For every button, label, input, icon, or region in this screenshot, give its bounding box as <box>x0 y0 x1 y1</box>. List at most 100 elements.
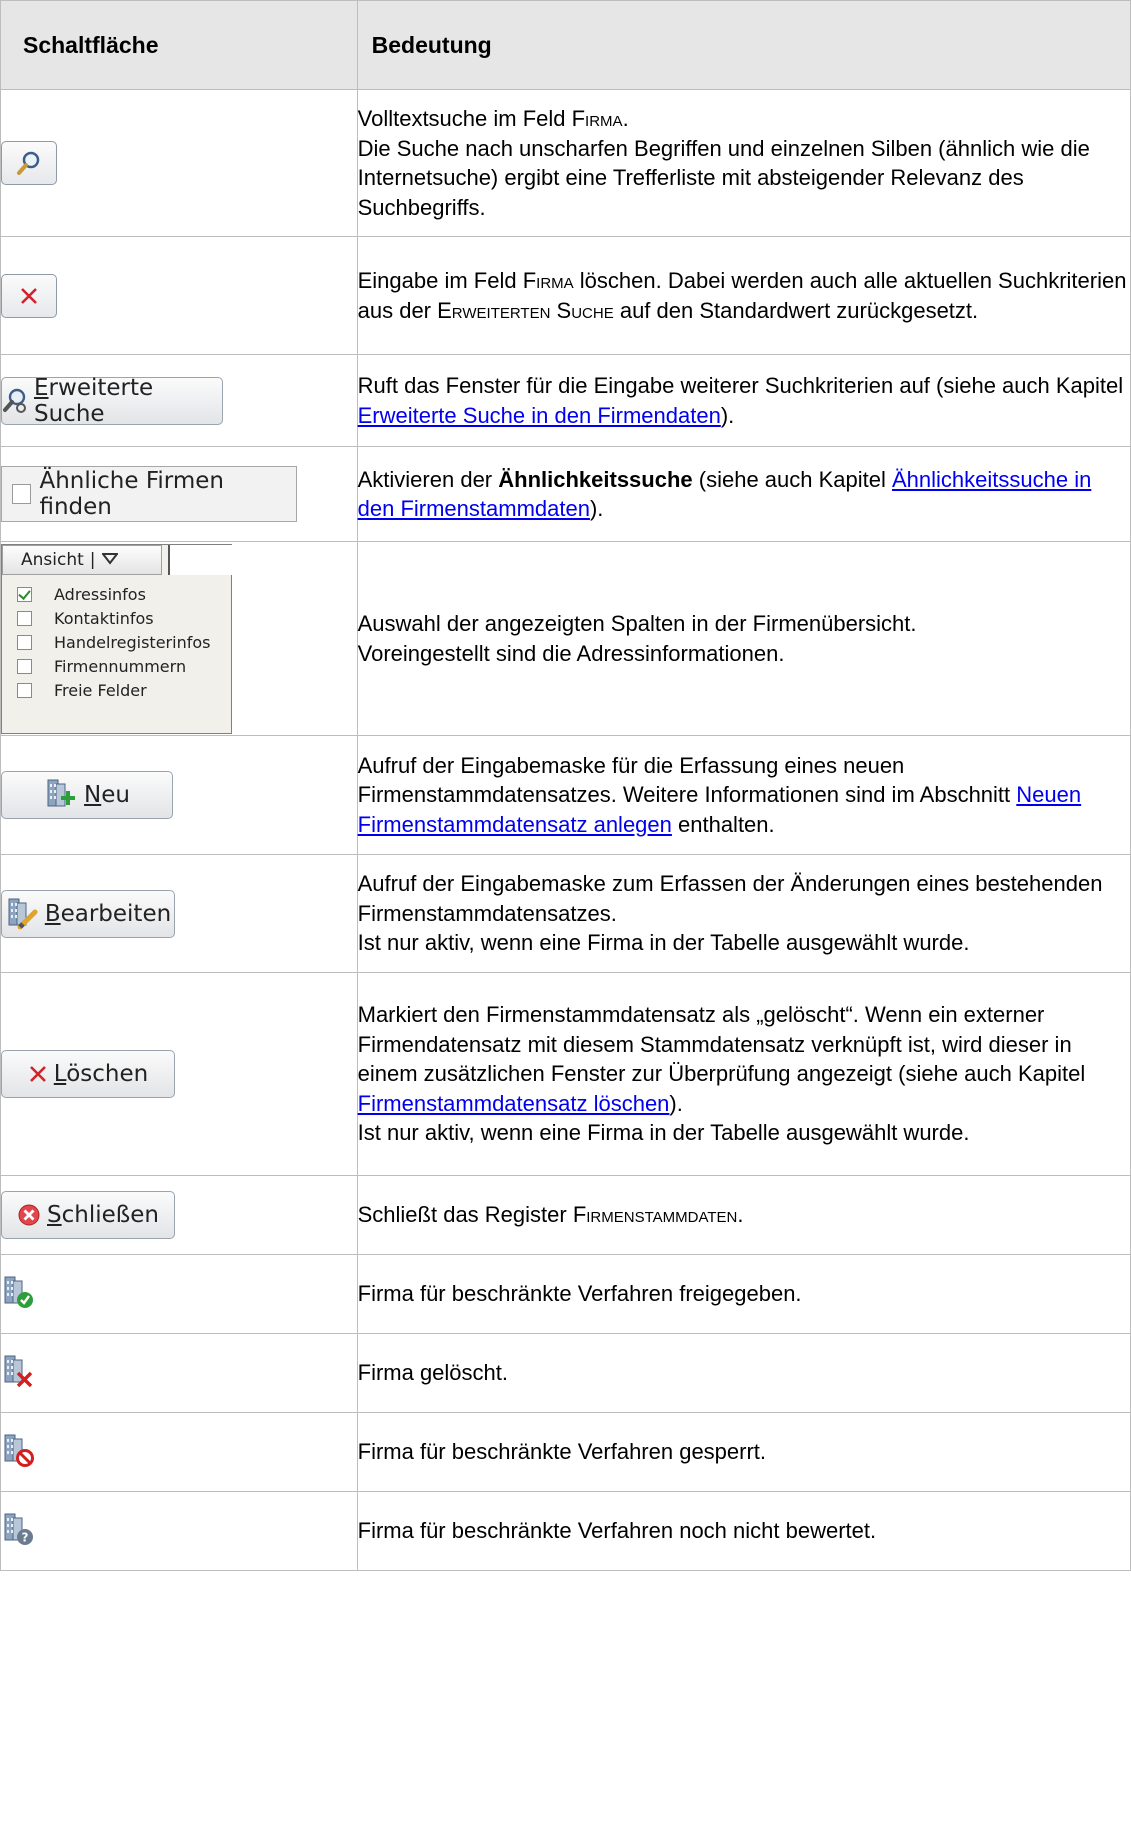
view-dropdown-separator: | <box>89 549 96 570</box>
building-add-icon <box>44 778 78 812</box>
building-approved-icon <box>1 1275 35 1314</box>
schliessen-button[interactable]: Schließen <box>1 1191 175 1239</box>
table-header-row: Schaltfläche Bedeutung <box>0 0 1131 90</box>
svg-text:?: ? <box>22 1530 29 1544</box>
field-name-smallcaps: Firma <box>522 268 574 293</box>
description-cell: Volltextsuche im Feld Firma. Die Suche na… <box>357 90 1131 237</box>
checkbox-icon[interactable] <box>12 484 32 504</box>
description-text: Ist nur aktiv, wenn eine Firma in der Ta… <box>357 930 970 956</box>
building-deleted-icon <box>1 1354 35 1393</box>
table-row: Volltextsuche im Feld Firma. Die Suche na… <box>0 90 1131 237</box>
description-text: Volltextsuche im Feld <box>357 106 572 131</box>
table-row: Ansicht | Adressinfos Kontaktinfos Handelreg… <box>0 542 1131 736</box>
header-bedeutung: Bedeutung <box>357 0 1131 90</box>
view-menu-item-kontaktinfos[interactable]: Kontaktinfos <box>17 607 210 631</box>
description-text: Firma für beschränkte Verfahren noch nic… <box>357 1518 877 1544</box>
description-cell: Markiert den Firmenstammdatensatz als „g… <box>357 973 1131 1176</box>
similar-companies-checkbox[interactable]: Ähnliche Firmen finden <box>1 466 297 522</box>
view-menu-item-firmennummern[interactable]: Firmennummern <box>17 655 210 679</box>
button-label: Bearbeiten <box>44 900 172 927</box>
checkbox-icon[interactable] <box>17 659 32 674</box>
table-row: Schließen Schließt das Register Firmensta… <box>0 1176 1131 1255</box>
building-unrated-icon: ? <box>1 1512 35 1551</box>
erweiterte-suche-button[interactable]: Erweiterte Suche <box>1 374 223 427</box>
button-cell: ? <box>0 1492 358 1571</box>
view-menu-item-adressinfos[interactable]: Adressinfos <box>17 583 210 607</box>
button-reference-table: Schaltfläche Bedeutung Volltextsuche im … <box>0 0 1131 1571</box>
button-cell: Schließen <box>0 1176 358 1255</box>
neu-button[interactable]: Neu <box>1 771 173 819</box>
advanced-search-icon <box>2 388 28 414</box>
view-dropdown-menu[interactable]: Ansicht | Adressinfos Kontaktinfos Handelreg… <box>1 543 232 734</box>
table-row: Erweiterte Suche Ruft das Fenster für die… <box>0 355 1131 447</box>
description-cell: Firma für beschränkte Verfahren freigege… <box>357 1255 1131 1334</box>
view-menu-item-label: Freie Felder <box>54 681 147 700</box>
button-label: Schließen <box>47 1202 159 1228</box>
table-row: Firma für beschränkte Verfahren gesperrt… <box>0 1413 1131 1492</box>
description-cell: Aufruf der Eingabemaske für die Erfassun… <box>357 736 1131 855</box>
button-cell: Löschen <box>0 973 358 1176</box>
checkbox-icon[interactable] <box>17 683 32 698</box>
chapter-link[interactable]: Firmenstammdatensatz löschen <box>358 1091 670 1116</box>
view-menu-item-label: Kontaktinfos <box>54 609 154 628</box>
magnifier-icon <box>16 150 42 176</box>
triangle-down-icon <box>100 550 119 570</box>
field-name-smallcaps: Firmenstammdaten <box>572 1202 738 1228</box>
description-cell: Eingabe im Feld Firma löschen. Dabei wer… <box>357 237 1131 355</box>
button-label: Löschen <box>53 1061 149 1087</box>
description-text: Die Suche nach unscharfen Begriffen und … <box>357 135 1090 220</box>
field-name-smallcaps: Firma <box>571 106 623 131</box>
view-menu-item-label: Adressinfos <box>54 585 146 604</box>
button-cell <box>0 1413 358 1492</box>
table-row: Ähnliche Firmen finden Aktivieren der Ähn… <box>0 447 1131 542</box>
fulltext-search-button[interactable] <box>1 141 57 185</box>
checkbox-checked-icon[interactable] <box>17 587 32 602</box>
button-cell <box>0 90 358 237</box>
table-row: ? Firma für beschränkte Verfahren noch ni… <box>0 1492 1131 1571</box>
description-text: Voreingestellt sind die Adressinformatio… <box>357 640 785 666</box>
description-text: Aufruf der Eingabemaske zum Erfassen der… <box>357 871 1103 926</box>
description-text: auf den Standardwert zurückgesetzt. <box>613 297 979 323</box>
description-cell: Auswahl der angezeigten Spalten in der F… <box>357 542 1131 736</box>
description-text: Eingabe im Feld <box>357 268 523 293</box>
description-text: enthalten. <box>671 811 775 837</box>
description-cell: Ruft das Fenster für die Eingabe weitere… <box>357 355 1131 447</box>
description-text: ). <box>589 496 604 521</box>
view-dropdown-button[interactable]: Ansicht | <box>2 544 162 575</box>
table-row: Bearbeiten Aufruf der Eingabemaske zum Er… <box>0 855 1131 973</box>
description-text: . <box>622 106 629 131</box>
description-cell: Firma gelöscht. <box>357 1334 1131 1413</box>
building-blocked-icon <box>1 1433 35 1472</box>
button-label: Erweiterte Suche <box>34 374 154 427</box>
close-x-icon <box>19 286 39 306</box>
view-menu-item-label: Firmennummern <box>54 657 187 676</box>
view-dropdown-label: Ansicht <box>21 549 84 570</box>
description-text: (siehe auch Kapitel <box>692 466 892 492</box>
description-text: Schließt das Register <box>357 1202 573 1228</box>
button-label: Neu <box>84 782 130 808</box>
view-menu-items: Adressinfos Kontaktinfos Handelregisterinf… <box>17 583 210 703</box>
description-text: Auswahl der angezeigten Spalten in der F… <box>357 611 917 636</box>
checkbox-icon[interactable] <box>17 611 32 626</box>
button-cell <box>0 1334 358 1413</box>
button-cell: Ähnliche Firmen finden <box>0 447 358 542</box>
view-input-box <box>168 544 232 575</box>
chapter-link[interactable]: Erweiterte Suche in den Firmendaten <box>358 403 721 428</box>
clear-input-button[interactable] <box>1 273 57 318</box>
view-menu-item-label: Handelregisterinfos <box>54 633 211 652</box>
description-cell: Aufruf der Eingabemaske zum Erfassen der… <box>357 855 1131 973</box>
delete-x-icon <box>28 1064 48 1084</box>
checkbox-icon[interactable] <box>17 635 32 650</box>
view-menu-item-handelregisterinfos[interactable]: Handelregisterinfos <box>17 631 210 655</box>
button-cell: Neu <box>0 736 358 855</box>
description-text: Aktivieren der <box>357 466 499 492</box>
table-row: Löschen Markiert den Firmenstammdatensatz… <box>0 973 1131 1176</box>
description-text: Firma gelöscht. <box>357 1360 509 1386</box>
description-cell: Firma für beschränkte Verfahren noch nic… <box>357 1492 1131 1571</box>
bold-term: Ähnlichkeitssuche <box>498 466 693 492</box>
button-cell: Bearbeiten <box>0 855 358 973</box>
description-text: ). <box>720 402 735 428</box>
view-menu-item-freie-felder[interactable]: Freie Felder <box>17 679 210 703</box>
bearbeiten-button[interactable]: Bearbeiten <box>1 889 175 938</box>
loeschen-button[interactable]: Löschen <box>1 1050 175 1098</box>
